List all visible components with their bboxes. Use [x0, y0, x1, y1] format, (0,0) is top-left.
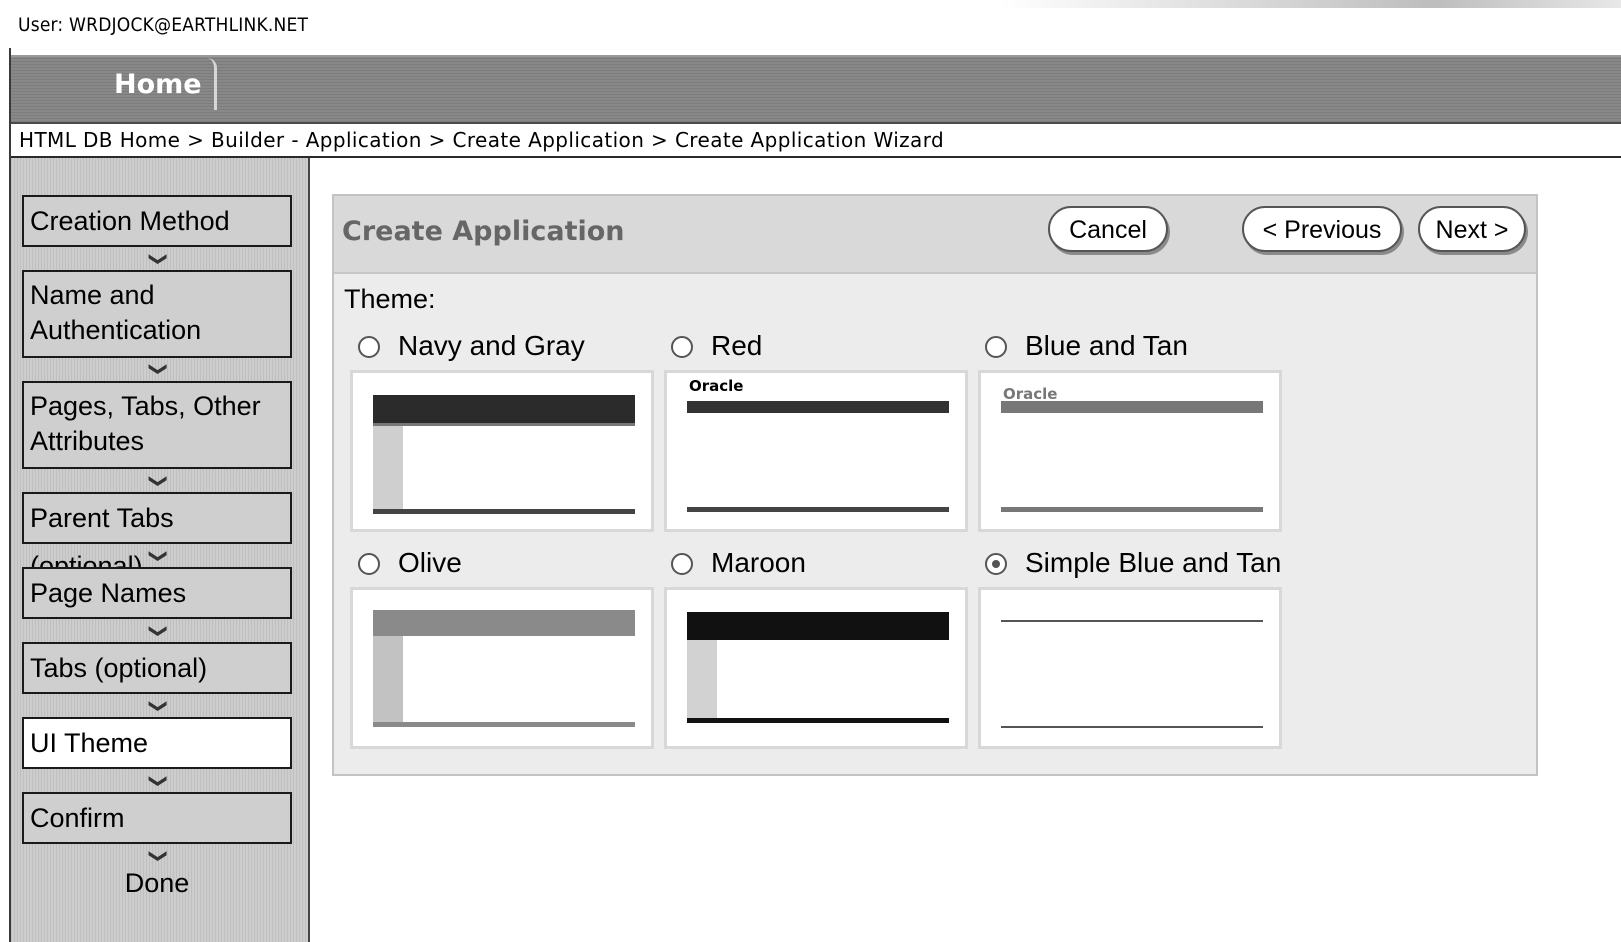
step-creation-method: Creation Method — [22, 195, 292, 247]
theme-thumbnail-navy-and-gray[interactable] — [350, 370, 654, 532]
theme-thumbnail-olive[interactable] — [350, 587, 654, 749]
chevron-down-icon: ❯ — [148, 698, 169, 714]
theme-name: Olive — [398, 547, 462, 578]
step-done: Done — [124, 868, 190, 898]
radio-button[interactable] — [985, 336, 1007, 358]
tab-home[interactable]: Home — [104, 58, 217, 110]
header-fade — [1001, 0, 1621, 8]
chevron-down-icon: ❯ — [148, 773, 169, 789]
chevron-down-icon: ❯ — [148, 473, 169, 489]
chevron-down-icon: ❯ — [148, 361, 169, 377]
chevron-down-icon: ❯ — [148, 848, 169, 864]
radio-button[interactable] — [358, 336, 380, 358]
wizard-sidebar: Creation Method ❯ Name and Authenticatio… — [11, 158, 310, 942]
panel-header: Create Application Cancel < Previous Nex… — [334, 196, 1536, 274]
step-ui-theme: UI Theme — [22, 717, 292, 769]
user-label: User: WRDJOCK@EARTHLINK.NET — [18, 14, 309, 36]
theme-thumbnail-red[interactable]: Oracle — [664, 370, 968, 532]
chevron-down-icon: ❯ — [148, 548, 169, 564]
theme-name: Blue and Tan — [1025, 330, 1188, 361]
radio-button[interactable] — [358, 553, 380, 575]
radio-button-selected[interactable] — [985, 553, 1007, 575]
chevron-down-icon: ❯ — [148, 251, 169, 267]
step-name-authentication: Name and Authentication — [22, 270, 292, 358]
chevron-down-icon: ❯ — [148, 623, 169, 639]
step-pages-tabs-attributes: Pages, Tabs, Other Attributes — [22, 381, 292, 469]
theme-thumbnail-blue-and-tan[interactable]: Oracle — [978, 370, 1282, 532]
radio-button[interactable] — [671, 553, 693, 575]
breadcrumb: HTML DB Home > Builder - Application > C… — [11, 124, 1621, 158]
step-tabs: Tabs (optional) — [22, 642, 292, 694]
panel-title: Create Application — [342, 216, 625, 247]
tab-bar — [11, 55, 1621, 126]
user-bar: User: WRDJOCK@EARTHLINK.NET — [0, 0, 1621, 48]
create-application-panel: Create Application Cancel < Previous Nex… — [332, 194, 1538, 776]
theme-name: Simple Blue and Tan — [1025, 547, 1282, 578]
theme-label: Theme: — [344, 284, 436, 314]
theme-name: Red — [711, 330, 763, 361]
breadcrumb-text[interactable]: HTML DB Home > Builder - Application > C… — [19, 128, 944, 152]
theme-name: Navy and Gray — [398, 330, 585, 361]
radio-button[interactable] — [671, 336, 693, 358]
step-confirm: Confirm — [22, 792, 292, 844]
previous-button[interactable]: < Previous — [1242, 206, 1402, 252]
cancel-button[interactable]: Cancel — [1048, 206, 1168, 252]
thumb-logo: Oracle — [689, 377, 744, 395]
step-page-names: Page Names — [22, 567, 292, 619]
theme-thumbnail-maroon[interactable] — [664, 587, 968, 749]
next-button[interactable]: Next > — [1418, 206, 1526, 252]
theme-thumbnail-simple-blue-and-tan[interactable] — [978, 587, 1282, 749]
step-parent-tabs: Parent Tabs (optional) — [22, 492, 292, 581]
theme-name: Maroon — [711, 547, 806, 578]
